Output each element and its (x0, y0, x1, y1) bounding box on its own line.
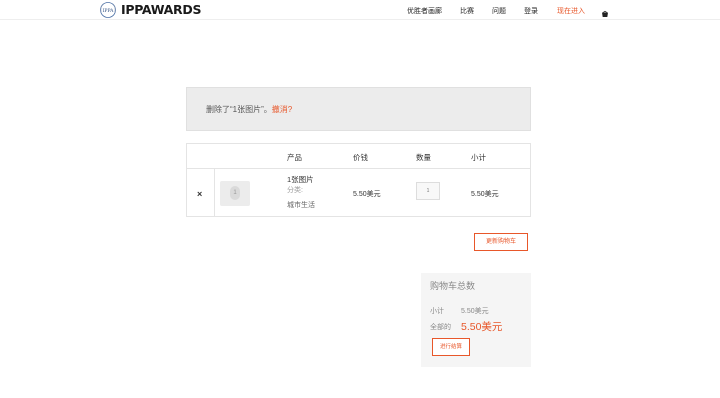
product-price: 5.50美元 (353, 191, 381, 198)
product-meta-label: 分类: (287, 187, 303, 194)
undo-link[interactable]: 撤消? (272, 105, 292, 114)
column-header-subtotal: 小计 (471, 153, 486, 162)
cart-totals-panel: 购物车总数 小计 5.50美元 全部的 5.50美元 进行结算 (421, 273, 531, 367)
product-subtotal: 5.50美元 (471, 191, 499, 198)
thumbnail-placeholder-text: 1 (230, 186, 240, 200)
basket-icon[interactable] (601, 5, 609, 17)
nav-item-gallery[interactable]: 优胜者画廊 (407, 6, 442, 16)
product-category: 城市生活 (287, 202, 315, 209)
removed-item-notice: 删除了“1张图片”。撤消? (186, 87, 531, 131)
update-cart-button[interactable]: 更新购物车 (474, 233, 528, 251)
product-thumbnail[interactable]: 1 (220, 181, 250, 206)
proceed-to-checkout-button[interactable]: 进行结算 (432, 338, 470, 356)
nav-item-competition[interactable]: 比赛 (460, 6, 474, 16)
totals-total-label: 全部的 (430, 324, 451, 331)
column-divider (214, 169, 215, 217)
column-header-product: 产品 (287, 153, 302, 162)
nav-item-login[interactable]: 登录 (524, 6, 538, 16)
column-header-price: 价钱 (353, 153, 368, 162)
cart-table: 产品 价钱 数量 小计 × 1 1张图片 分类: 城市生活 5.50美元 1 5… (186, 143, 531, 217)
totals-subtotal-label: 小计 (430, 308, 444, 315)
quantity-input[interactable]: 1 (416, 182, 440, 200)
emblem-text: IPPA (103, 8, 114, 14)
logo[interactable]: IPPA IPPAWARDS (97, 1, 201, 19)
cart-totals-title: 购物车总数 (430, 281, 476, 291)
nav-item-enter-now[interactable]: 现在进入 (557, 6, 585, 16)
nav-item-faq[interactable]: 问题 (492, 6, 506, 16)
brand-name: IPPAWARDS (121, 2, 202, 17)
totals-subtotal-value: 5.50美元 (461, 308, 489, 315)
column-header-quantity: 数量 (416, 153, 431, 162)
notice-message: 删除了“1张图片”。 (206, 105, 272, 114)
totals-total-value: 5.50美元 (461, 321, 503, 333)
header-divider (187, 168, 530, 169)
remove-item-button[interactable]: × (197, 189, 202, 199)
site-header: IPPA IPPAWARDS 优胜者画廊 比赛 问题 登录 现在进入 (0, 0, 720, 20)
laurel-emblem-icon: IPPA (97, 1, 119, 19)
product-name-link[interactable]: 1张图片 (287, 174, 314, 185)
notice-text: 删除了“1张图片”。撤消? (206, 104, 292, 115)
